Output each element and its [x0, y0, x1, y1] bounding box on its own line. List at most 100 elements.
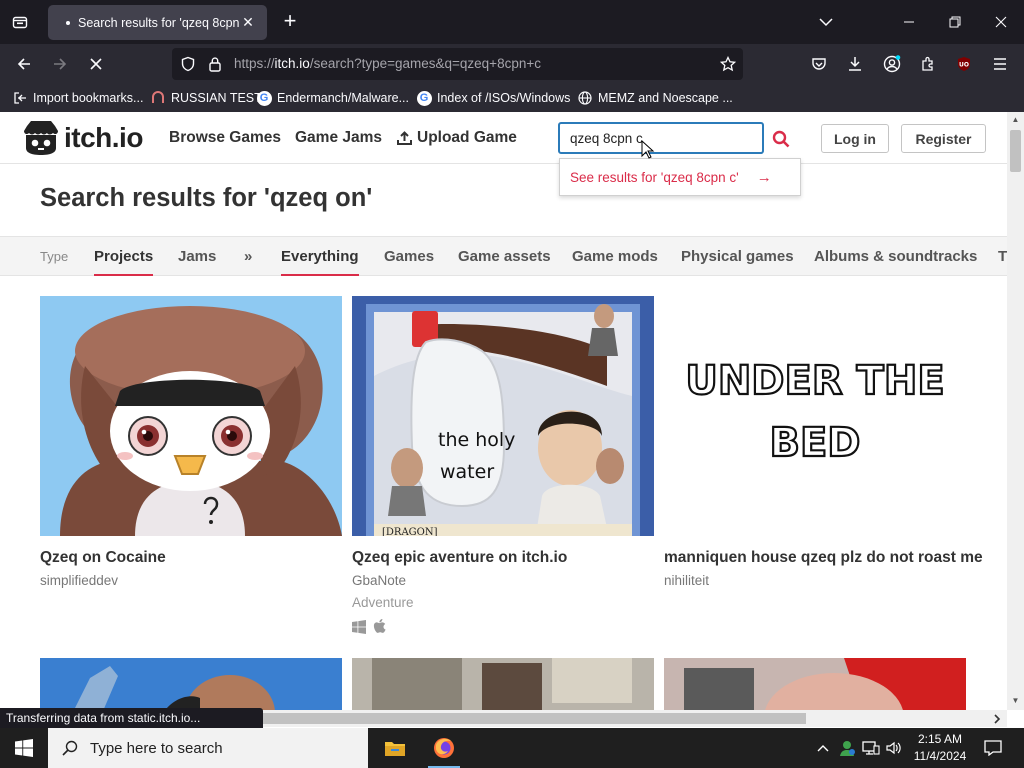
- svg-text:UO: UO: [959, 62, 969, 69]
- start-button[interactable]: [0, 728, 48, 768]
- bookmark-isos[interactable]: G Index of /ISOs/Windows: [416, 90, 570, 106]
- game-author[interactable]: nihiliteit: [664, 573, 709, 588]
- close-tab-icon[interactable]: ✕: [239, 14, 257, 32]
- bookmark-label: MEMZ and Noescape ...: [598, 91, 733, 105]
- tray-app-icon[interactable]: [836, 728, 858, 768]
- file-explorer-app[interactable]: [371, 728, 419, 768]
- game-card[interactable]: Qzeq on Cocaine simplifieddev: [40, 296, 342, 641]
- extensions-icon[interactable]: [916, 52, 940, 76]
- url-bar[interactable]: https://itch.io/search?type=games&q=qzeq…: [172, 48, 743, 80]
- taskbar-clock[interactable]: 2:15 AM 11/4/2024: [906, 731, 974, 765]
- page-content: itch.io Browse Games Game Jams Upload Ga…: [0, 112, 1007, 710]
- category-physical-games[interactable]: Physical games: [681, 248, 794, 265]
- account-icon[interactable]: [880, 52, 904, 76]
- upload-label: Upload Game: [417, 129, 517, 146]
- google-icon: G: [256, 90, 272, 106]
- image-text-line2: water: [440, 461, 494, 483]
- globe-icon: [577, 90, 593, 106]
- game-title[interactable]: Qzeq epic aventure on itch.io: [352, 549, 567, 567]
- taskbar-search-placeholder: Type here to search: [90, 739, 223, 757]
- bookmark-label: Import bookmarks...: [33, 91, 144, 105]
- bookmark-endermanch[interactable]: G Endermanch/Malware...: [256, 90, 409, 106]
- search-suggestion[interactable]: See results for 'qzeq 8cpn c' →: [559, 158, 801, 196]
- category-game-mods[interactable]: Game mods: [572, 248, 658, 265]
- more-arrow-icon[interactable]: »: [244, 248, 252, 265]
- bookmark-russian-test[interactable]: RUSSIAN TEST: [150, 90, 262, 106]
- game-thumbnail[interactable]: the holy water [DRAGON]: [352, 296, 654, 536]
- google-icon: G: [416, 90, 432, 106]
- search-input[interactable]: qzeq 8cpn c: [558, 122, 764, 154]
- game-thumbnail[interactable]: [40, 658, 342, 710]
- itchio-logo[interactable]: itch.io: [22, 120, 143, 156]
- vertical-scrollbar[interactable]: ▲ ▼: [1007, 112, 1024, 710]
- tab-projects[interactable]: Projects: [94, 248, 154, 276]
- nav-browse-games[interactable]: Browse Games: [169, 129, 281, 147]
- network-icon[interactable]: [860, 728, 882, 768]
- windows-icon: [352, 619, 366, 634]
- filter-type-label: Type: [40, 249, 69, 264]
- menu-icon[interactable]: [988, 52, 1012, 76]
- clock-date: 11/4/2024: [913, 749, 967, 763]
- bookmark-import[interactable]: Import bookmarks...: [12, 90, 143, 106]
- tab-jams[interactable]: Jams: [178, 248, 216, 265]
- game-thumbnail[interactable]: UNDER THE BED: [664, 296, 966, 536]
- volume-icon[interactable]: [883, 728, 905, 768]
- category-everything[interactable]: Everything: [281, 248, 359, 276]
- register-button[interactable]: Register: [901, 124, 986, 153]
- taskbar-search[interactable]: Type here to search: [48, 728, 368, 768]
- game-card[interactable]: UNDER THE BED manniquen house qzeq plz d…: [664, 296, 983, 641]
- downloads-icon[interactable]: [843, 52, 867, 76]
- tab-list-icon[interactable]: [8, 10, 32, 34]
- nav-game-jams[interactable]: Game Jams: [295, 129, 382, 147]
- category-albums-soundtracks[interactable]: Albums & soundtracks: [814, 248, 977, 265]
- game-title[interactable]: manniquen house qzeq plz do not roast me: [664, 549, 983, 567]
- scroll-right-icon[interactable]: [993, 714, 1001, 724]
- url-host: itch.io: [274, 56, 310, 71]
- lock-icon[interactable]: [203, 52, 227, 76]
- tracking-protection-icon[interactable]: [176, 52, 200, 76]
- bookmark-star-icon[interactable]: [716, 52, 740, 76]
- game-card[interactable]: [40, 658, 342, 710]
- windows-taskbar: Type here to search 2:15 AM 11/4/2024: [0, 728, 1024, 768]
- search-icon: [772, 130, 790, 148]
- pocket-icon[interactable]: [807, 52, 831, 76]
- game-thumbnail[interactable]: [664, 658, 966, 710]
- upload-icon: [397, 130, 412, 145]
- show-hidden-icons[interactable]: [812, 728, 834, 768]
- scrollbar-thumb[interactable]: [1010, 130, 1021, 172]
- minimize-icon[interactable]: [897, 10, 921, 34]
- active-tab[interactable]: Search results for 'qzeq 8cpn c' ✕: [48, 5, 267, 40]
- scroll-down-icon[interactable]: ▼: [1010, 696, 1021, 705]
- back-icon[interactable]: [12, 52, 36, 76]
- category-game-assets[interactable]: Game assets: [458, 248, 551, 265]
- apple-icon: [373, 619, 386, 633]
- url-text[interactable]: https://itch.io/search?type=games&q=qzeq…: [234, 56, 541, 71]
- game-card[interactable]: the holy water [DRAGON] Qzeq epic aventu…: [352, 296, 654, 641]
- search-button[interactable]: [768, 126, 794, 152]
- scroll-up-icon[interactable]: ▲: [1010, 115, 1021, 124]
- folder-icon: [385, 742, 405, 756]
- game-thumbnail[interactable]: [40, 296, 342, 536]
- list-all-tabs-icon[interactable]: [814, 10, 838, 34]
- bookmark-memz[interactable]: MEMZ and Noescape ...: [577, 90, 733, 106]
- category-more[interactable]: T: [998, 248, 1007, 265]
- close-window-icon[interactable]: [989, 10, 1013, 34]
- game-card[interactable]: [664, 658, 966, 710]
- game-card[interactable]: [352, 658, 654, 710]
- forward-icon[interactable]: [48, 52, 72, 76]
- login-button[interactable]: Log in: [821, 124, 889, 153]
- url-path: /search?type=games&q=qzeq+8cpn+c: [309, 56, 541, 71]
- new-tab-icon[interactable]: +: [279, 10, 301, 33]
- game-title[interactable]: Qzeq on Cocaine: [40, 549, 166, 567]
- firefox-app[interactable]: [420, 728, 468, 768]
- nav-upload-game[interactable]: Upload Game: [396, 129, 517, 147]
- ublock-icon[interactable]: UO: [952, 52, 976, 76]
- clock-time: 2:15 AM: [917, 732, 963, 746]
- game-thumbnail[interactable]: [352, 658, 654, 710]
- notifications-icon[interactable]: [978, 728, 1008, 768]
- restore-icon[interactable]: [943, 10, 967, 34]
- game-author[interactable]: simplifieddev: [40, 573, 118, 588]
- stop-loading-icon[interactable]: [84, 52, 108, 76]
- category-games[interactable]: Games: [384, 248, 434, 265]
- game-author[interactable]: GbaNote: [352, 573, 406, 588]
